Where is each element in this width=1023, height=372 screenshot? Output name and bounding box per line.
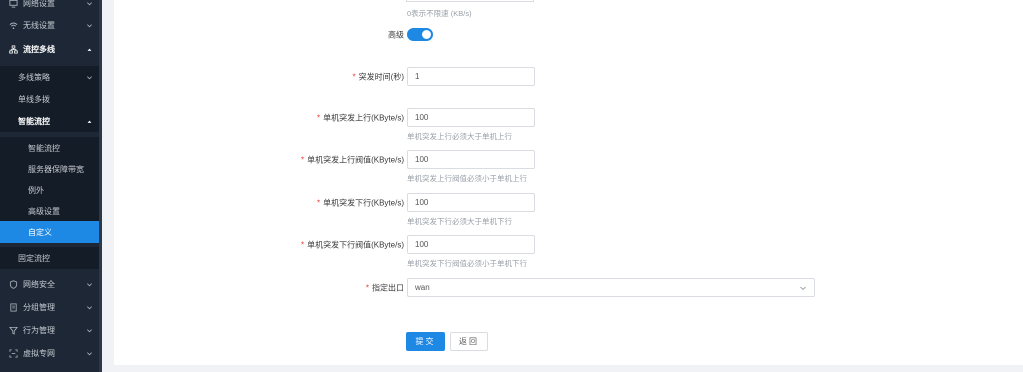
burst-download-threshold-row: * 单机突发下行阀值(KByte/s) — [114, 235, 404, 254]
document-icon — [8, 302, 18, 312]
sidebar-item-label: 网络设置 — [23, 0, 55, 8]
required-mark: * — [316, 113, 321, 122]
sidebar-item-advanced-settings[interactable]: 高级设置 — [0, 200, 102, 222]
form-panel: 0表示不限速 (KB/s) 高级 * 突发时间(秒) 1 * 单机突发上行(KByt… — [114, 0, 1023, 365]
required-mark: * — [300, 155, 305, 164]
sidebar-item-label: 流控多线 — [23, 44, 55, 54]
chevron-up-icon — [85, 117, 93, 125]
burst-download-threshold-hint: 单机突发下行阀值必须小于单机下行 — [407, 259, 527, 268]
sidebar-item-multiline-policy[interactable]: 多线策略 — [0, 66, 102, 88]
chevron-down-icon — [85, 21, 93, 29]
filter-icon — [8, 325, 18, 335]
advanced-label: 高级 — [388, 30, 404, 39]
burst-upload-hint: 单机突发上行必须大于单机上行 — [407, 132, 512, 141]
previous-input-edge — [406, 0, 534, 2]
rate-limit-hint: 0表示不限速 (KB/s) — [407, 9, 472, 18]
chevron-down-icon — [85, 0, 93, 7]
sidebar-item-label: 高级设置 — [28, 206, 60, 216]
sidebar-item-label: 行为管理 — [23, 325, 55, 335]
chevron-down-icon — [85, 280, 93, 288]
egress-value: wan — [415, 283, 430, 292]
sidebar-item-label: 单线多拨 — [18, 94, 50, 104]
sidebar-item-smart-flow-control[interactable]: 智能流控 — [0, 110, 102, 132]
sidebar-item-label: 例外 — [28, 185, 44, 195]
required-mark: * — [365, 283, 369, 292]
sidebar-item-label: 无线设置 — [23, 20, 55, 30]
sidebar: 网络设置 无线设置 流控多线 多线策略 单线多拨 智能流控 智能流控 服务器保障… — [0, 0, 102, 372]
sidebar-item-group-management[interactable]: 分组管理 — [0, 296, 102, 318]
sidebar-item-label: 多线策略 — [18, 72, 50, 82]
required-mark: * — [352, 72, 356, 81]
burst-upload-threshold-hint: 单机突发上行阀值必须小于单机上行 — [407, 174, 527, 183]
burst-download-hint: 单机突发下行必须大于单机下行 — [407, 217, 512, 226]
sidebar-item-vpn[interactable]: 虚拟专网 — [0, 342, 102, 364]
chevron-down-icon — [799, 284, 807, 292]
required-mark: * — [316, 198, 321, 207]
monitor-icon — [8, 0, 18, 8]
submit-button[interactable]: 提交 — [406, 332, 445, 351]
burst-upload-threshold-label: 单机突发上行阀值(KByte/s) — [307, 155, 404, 164]
burst-download-label: 单机突发下行(KByte/s) — [323, 198, 404, 207]
wifi-icon — [8, 20, 18, 30]
egress-select[interactable]: wan — [407, 278, 815, 297]
burst-upload-threshold-row: * 单机突发上行阀值(KByte/s) — [114, 150, 404, 169]
sidebar-item-wireless-settings[interactable]: 无线设置 — [0, 14, 102, 36]
chevron-down-icon — [85, 349, 93, 357]
sidebar-item-network-security[interactable]: 网络安全 — [0, 273, 102, 295]
advanced-row: 高级 — [114, 25, 404, 44]
sidebar-item-label: 智能流控 — [18, 116, 50, 126]
sidebar-item-label: 服务器保障带宽 — [28, 164, 84, 174]
sidebar-scrollbar[interactable] — [99, 0, 102, 372]
burst-upload-input[interactable]: 100 — [407, 108, 535, 127]
burst-download-threshold-label: 单机突发下行阀值(KByte/s) — [307, 240, 404, 249]
burst-upload-row: * 单机突发上行(KByte/s) — [114, 108, 404, 127]
egress-label: 指定出口 — [372, 283, 404, 292]
burst-download-input[interactable]: 100 — [407, 193, 535, 212]
burst-time-input[interactable]: 1 — [407, 67, 535, 86]
sidebar-item-fixed-flow-control[interactable]: 固定流控 — [0, 247, 102, 269]
burst-upload-threshold-input[interactable]: 100 — [407, 150, 535, 169]
chevron-down-icon — [85, 73, 93, 81]
burst-download-row: * 单机突发下行(KByte/s) — [114, 193, 404, 212]
sidebar-item-behavior-management[interactable]: 行为管理 — [0, 319, 102, 341]
back-button[interactable]: 返回 — [450, 332, 488, 351]
sidebar-item-label: 虚拟专网 — [23, 348, 55, 358]
sidebar-item-flow-control[interactable]: 流控多线 — [0, 38, 102, 60]
sidebar-item-label: 网络安全 — [23, 279, 55, 289]
burst-upload-label: 单机突发上行(KByte/s) — [323, 113, 404, 122]
sidebar-item-label: 分组管理 — [23, 302, 55, 312]
sidebar-item-custom[interactable]: 自定义 — [0, 221, 102, 243]
burst-time-row: * 突发时间(秒) — [114, 67, 404, 86]
egress-row: * 指定出口 — [114, 278, 404, 297]
shield-icon — [8, 279, 18, 289]
advanced-toggle[interactable] — [407, 28, 433, 41]
chevron-up-icon — [85, 45, 93, 53]
sidebar-item-label: 自定义 — [28, 227, 52, 237]
sidebar-item-label: 智能流控 — [28, 143, 60, 153]
burst-download-threshold-input[interactable]: 100 — [407, 235, 535, 254]
burst-time-label: 突发时间(秒) — [358, 72, 404, 81]
sidebar-item-label: 固定流控 — [18, 253, 50, 263]
vpn-icon — [8, 348, 18, 358]
sidebar-item-smart-flow-control-sub[interactable]: 智能流控 — [0, 137, 102, 159]
sidebar-item-single-line-multi-dial[interactable]: 单线多拨 — [0, 88, 102, 110]
sidebar-item-exceptions[interactable]: 例外 — [0, 179, 102, 201]
network-icon — [8, 44, 18, 54]
chevron-down-icon — [85, 303, 93, 311]
sidebar-item-network-settings[interactable]: 网络设置 — [0, 0, 102, 14]
chevron-down-icon — [85, 326, 93, 334]
required-mark: * — [300, 240, 305, 249]
sidebar-item-server-bandwidth[interactable]: 服务器保障带宽 — [0, 158, 102, 180]
toggle-knob — [422, 30, 431, 39]
